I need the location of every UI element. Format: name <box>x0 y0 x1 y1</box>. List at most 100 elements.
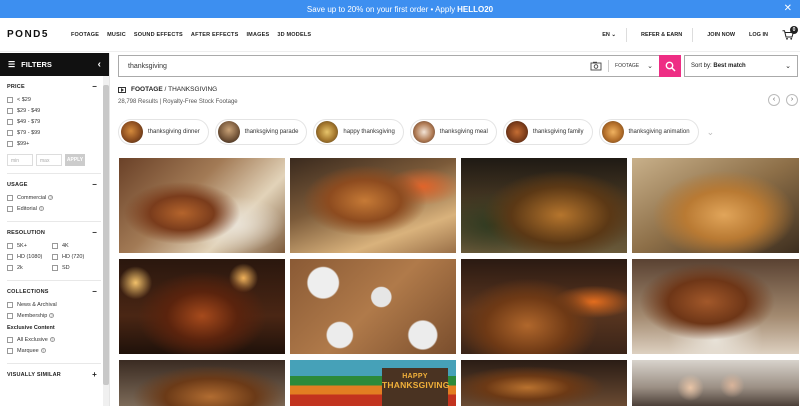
info-icon[interactable]: ? <box>49 313 55 318</box>
usage-option[interactable]: Editorial? <box>7 203 97 214</box>
breadcrumb-category[interactable]: FOOTAGE <box>131 86 163 93</box>
usage-header[interactable]: USAGE − <box>7 181 97 189</box>
login-link[interactable]: LOG IN <box>749 32 768 38</box>
chip-label: thanksgiving dinner <box>148 129 200 135</box>
checkbox[interactable] <box>7 96 13 103</box>
checkbox[interactable] <box>7 312 13 319</box>
price-max-input[interactable]: max <box>36 154 62 166</box>
exclusive-option[interactable]: Marquee? <box>7 345 97 356</box>
visually-similar-header[interactable]: VISUALLY SIMILAR + <box>7 371 97 379</box>
collapse-chevron-icon[interactable]: ‹ <box>98 59 101 70</box>
checkbox[interactable] <box>7 129 13 136</box>
refer-earn-link[interactable]: REFER & EARN <box>641 32 682 38</box>
footage-thumbnail[interactable] <box>119 360 285 406</box>
checkbox[interactable] <box>7 118 13 125</box>
price-option[interactable]: $29 - $49 <box>7 105 97 116</box>
exclusive-option[interactable]: All Exclusive? <box>7 334 97 345</box>
price-option[interactable]: $99+ <box>7 138 97 149</box>
checkbox[interactable] <box>7 205 13 212</box>
chevron-left-icon[interactable]: ‹ <box>768 94 780 106</box>
option-label: Marquee <box>17 347 39 354</box>
footage-thumbnail[interactable] <box>119 259 285 354</box>
price-min-input[interactable]: min <box>7 154 33 166</box>
resolution-option[interactable]: HD (1080) <box>7 251 52 262</box>
minus-icon[interactable]: − <box>92 288 97 296</box>
footage-thumbnail[interactable] <box>632 360 799 406</box>
language-selector[interactable]: EN ⌄ <box>602 32 616 38</box>
resolution-header[interactable]: RESOLUTION − <box>7 229 97 237</box>
checkbox[interactable] <box>7 140 13 147</box>
resolution-option[interactable]: 2k <box>7 262 52 273</box>
usage-option[interactable]: Commercial? <box>7 192 97 203</box>
footage-thumbnail[interactable] <box>632 259 799 354</box>
chip-thanksgiving-family[interactable]: thanksgiving family <box>502 119 593 145</box>
info-icon[interactable]: ? <box>48 195 54 200</box>
resolution-option[interactable]: 4K <box>52 240 97 251</box>
collection-option[interactable]: News & Archival <box>7 299 97 310</box>
search-input[interactable]: thanksgiving <box>128 63 590 70</box>
footage-thumbnail[interactable]: HAPPY THANKSGIVING <box>290 360 456 406</box>
chevron-down-icon[interactable]: ⌄ <box>707 127 715 138</box>
checkbox[interactable] <box>7 107 13 114</box>
price-option[interactable]: < $29 <box>7 94 97 105</box>
join-now-link[interactable]: JOIN NOW <box>707 32 735 38</box>
nav-link-3d-models[interactable]: 3D MODELS <box>277 32 311 38</box>
footage-thumbnail[interactable] <box>461 158 627 253</box>
checkbox[interactable] <box>52 253 58 260</box>
footage-thumbnail[interactable] <box>119 158 285 253</box>
price-option[interactable]: $79 - $99 <box>7 127 97 138</box>
divider <box>7 363 101 364</box>
nav-link-footage[interactable]: FOOTAGE <box>71 32 99 38</box>
visual-search-icon[interactable] <box>590 61 602 71</box>
resolution-option[interactable]: SD <box>52 262 97 273</box>
minus-icon[interactable]: − <box>92 229 97 237</box>
nav-link-images[interactable]: IMAGES <box>246 32 269 38</box>
close-icon[interactable]: ✕ <box>784 3 792 15</box>
cart-icon[interactable]: 0 <box>782 26 798 40</box>
plus-icon[interactable]: + <box>92 371 97 379</box>
minus-icon[interactable]: − <box>92 83 97 91</box>
promo-code[interactable]: HELLO20 <box>457 5 493 14</box>
sort-select[interactable]: Sort by: Best match ⌄ <box>684 55 798 77</box>
nav-link-after-effects[interactable]: AFTER EFFECTS <box>191 32 239 38</box>
checkbox[interactable] <box>52 242 58 249</box>
chip-thanksgiving-dinner[interactable]: thanksgiving dinner <box>118 119 209 145</box>
checkbox[interactable] <box>7 242 13 249</box>
checkbox[interactable] <box>7 253 13 260</box>
chip-thanksgiving-parade[interactable]: thanksgiving parade <box>214 119 308 145</box>
price-filter: PRICE − < $29 $29 - $49 $49 - $79 $79 - $… <box>0 83 109 166</box>
price-header[interactable]: PRICE − <box>7 83 97 91</box>
sidebar-scrollbar-thumb[interactable] <box>103 85 109 385</box>
search-button[interactable] <box>659 55 681 77</box>
minus-icon[interactable]: − <box>92 181 97 189</box>
collection-option[interactable]: Membership? <box>7 310 97 321</box>
resolution-option[interactable]: 5K+ <box>7 240 52 251</box>
nav-link-sound-effects[interactable]: SOUND EFFECTS <box>134 32 183 38</box>
checkbox[interactable] <box>7 301 13 308</box>
logo[interactable]: POND5 <box>7 29 49 40</box>
resolution-option[interactable]: HD (720) <box>52 251 97 262</box>
info-icon[interactable]: ? <box>40 348 46 353</box>
footage-thumbnail[interactable] <box>290 158 456 253</box>
checkbox[interactable] <box>7 194 13 201</box>
checkbox[interactable] <box>7 347 13 354</box>
chip-thanksgiving-animation[interactable]: thanksgiving animation <box>598 119 699 145</box>
checkbox[interactable] <box>52 264 58 271</box>
footage-thumbnail[interactable] <box>632 158 799 253</box>
nav-link-music[interactable]: MUSIC <box>107 32 126 38</box>
checkbox[interactable] <box>7 336 13 343</box>
footage-thumbnail[interactable] <box>461 360 627 406</box>
apply-button[interactable]: APPLY <box>65 154 85 166</box>
chevron-right-icon[interactable]: › <box>786 94 798 106</box>
media-type-select[interactable]: FOOTAGE ⌄ <box>615 62 653 70</box>
footage-thumbnail[interactable] <box>290 259 456 354</box>
chip-thanksgiving-meal[interactable]: thanksgiving meal <box>409 119 497 145</box>
checkbox[interactable] <box>7 264 13 271</box>
info-icon[interactable]: ? <box>38 206 44 211</box>
chip-happy-thanksgiving[interactable]: happy thanksgiving <box>313 119 404 145</box>
info-icon[interactable]: ? <box>49 337 55 342</box>
price-option[interactable]: $49 - $79 <box>7 116 97 127</box>
filters-title: FILTERS <box>21 60 52 69</box>
collections-header[interactable]: COLLECTIONS − <box>7 288 97 296</box>
footage-thumbnail[interactable] <box>461 259 627 354</box>
